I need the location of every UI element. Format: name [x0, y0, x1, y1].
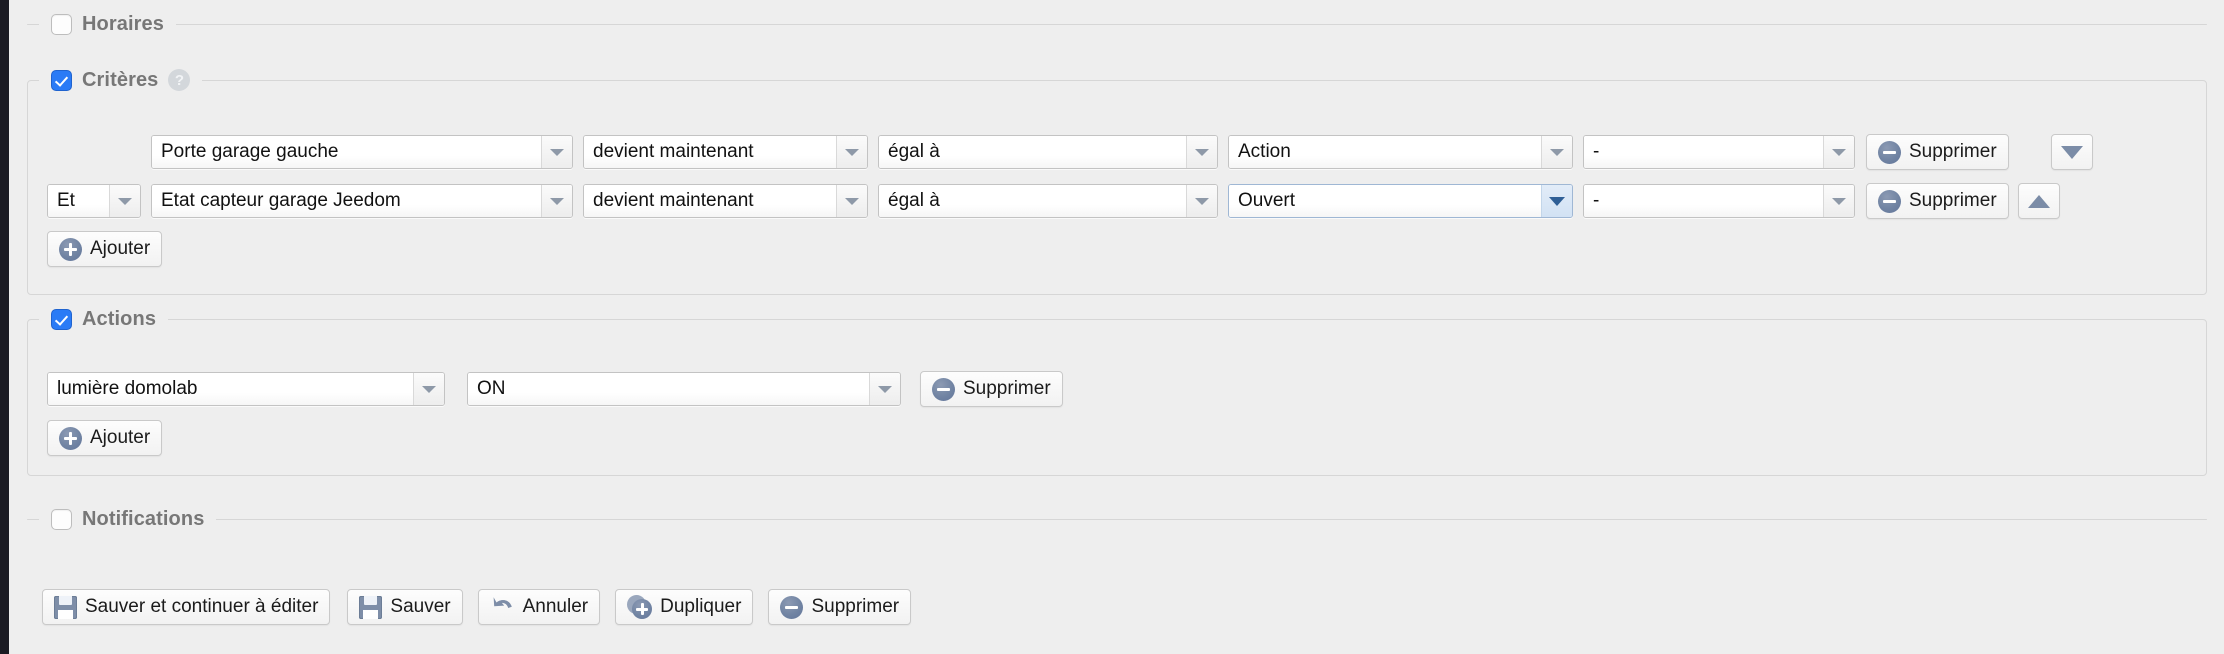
criteria-device-value: Porte garage gauche: [152, 136, 541, 168]
action-delete-label: Supprimer: [963, 378, 1051, 399]
criteria-delete-button[interactable]: Supprimer: [1866, 183, 2009, 219]
section-horaires: [27, 24, 2207, 25]
cancel-button[interactable]: Annuler: [477, 589, 601, 625]
section-horaires-legend: Horaires: [39, 11, 176, 37]
save-and-continue-label: Sauver et continuer à éditer: [85, 596, 319, 617]
chevron-down-icon[interactable]: [1186, 136, 1217, 168]
criteria-logic-select[interactable]: Et: [47, 184, 141, 218]
chevron-down-icon[interactable]: [109, 185, 140, 217]
delete-button[interactable]: Supprimer: [768, 589, 912, 625]
criteria-operator-value: égal à: [879, 185, 1186, 217]
save-button[interactable]: Sauver: [347, 589, 463, 625]
criteria-device-select[interactable]: Etat capteur garage Jeedom: [151, 184, 573, 218]
criteria-event-value: devient maintenant: [584, 136, 836, 168]
delete-label: Supprimer: [811, 596, 900, 617]
floppy-save-icon: [54, 595, 77, 619]
cancel-label: Annuler: [522, 596, 589, 617]
criteria-add-label: Ajouter: [90, 238, 151, 259]
criteria-value-value: Ouvert: [1229, 185, 1541, 217]
criteria-delete-label: Supprimer: [1909, 190, 1997, 211]
chevron-down-icon[interactable]: [836, 185, 867, 217]
criteria-extra-value: -: [1584, 136, 1823, 168]
action-delete-button[interactable]: Supprimer: [920, 371, 1063, 407]
duplicate-icon: [627, 595, 653, 619]
criteria-event-value: devient maintenant: [584, 185, 836, 217]
chevron-down-icon[interactable]: [836, 136, 867, 168]
chevron-down-icon[interactable]: [1823, 136, 1854, 168]
chevron-down-icon[interactable]: [869, 373, 900, 405]
chevron-down-icon[interactable]: [1186, 185, 1217, 217]
plus-circle-icon: [59, 237, 82, 261]
save-and-continue-button[interactable]: Sauver et continuer à éditer: [42, 589, 331, 625]
duplicate-button[interactable]: Dupliquer: [615, 589, 754, 625]
minus-circle-icon: [932, 377, 955, 401]
action-command-value: ON: [468, 373, 869, 405]
triangle-up-icon: [2027, 194, 2050, 208]
section-actions-legend: Actions: [39, 306, 169, 332]
criteria-value-select[interactable]: Action: [1228, 135, 1573, 169]
criteria-operator-select[interactable]: égal à: [878, 184, 1218, 218]
editor-toolbar: Sauver et continuer à éditer Sauver Annu…: [42, 589, 912, 625]
chevron-down-icon[interactable]: [541, 136, 572, 168]
actions-checkbox[interactable]: [51, 308, 72, 330]
section-criteres-legend: Critères ?: [39, 67, 203, 93]
action-add-button[interactable]: Ajouter: [47, 420, 163, 456]
plus-circle-icon: [59, 426, 82, 450]
chevron-down-icon[interactable]: [1541, 185, 1572, 217]
help-circle-icon[interactable]: ?: [168, 69, 191, 91]
horaires-checkbox[interactable]: [51, 13, 72, 35]
criteria-extra-value: -: [1584, 185, 1823, 217]
scenario-editor-page: Horaires Critères ? Porte garage gauche …: [0, 0, 2224, 654]
criteria-move-down-button[interactable]: [2050, 134, 2093, 170]
horaires-label: Horaires: [82, 12, 164, 35]
action-command-select[interactable]: ON: [467, 372, 901, 406]
action-target-value: lumière domolab: [48, 373, 413, 405]
criteria-row: Et Etat capteur garage Jeedom devient ma…: [47, 183, 2060, 219]
criteria-value-select[interactable]: Ouvert: [1228, 184, 1573, 218]
notifications-checkbox[interactable]: [51, 508, 72, 530]
criteria-device-value: Etat capteur garage Jeedom: [152, 185, 541, 217]
chevron-down-icon[interactable]: [1541, 136, 1572, 168]
action-target-select[interactable]: lumière domolab: [47, 372, 445, 406]
criteria-event-select[interactable]: devient maintenant: [583, 184, 868, 218]
minus-circle-icon: [1878, 140, 1901, 164]
criteria-logic-value: Et: [48, 185, 109, 217]
criteria-extra-select[interactable]: -: [1583, 184, 1855, 218]
chevron-down-icon[interactable]: [1823, 185, 1854, 217]
criteria-device-select[interactable]: Porte garage gauche: [151, 135, 573, 169]
criteres-checkbox[interactable]: [51, 69, 72, 91]
criteria-operator-value: égal à: [879, 136, 1186, 168]
section-notifications: [27, 519, 2207, 520]
triangle-down-icon: [2060, 145, 2083, 159]
section-notifications-legend: Notifications: [39, 506, 217, 532]
app-left-rail: [0, 0, 9, 654]
minus-circle-icon: [1878, 189, 1901, 213]
chevron-down-icon[interactable]: [413, 373, 444, 405]
minus-circle-icon: [780, 595, 804, 619]
chevron-down-icon[interactable]: [541, 185, 572, 217]
notifications-label: Notifications: [82, 507, 205, 530]
save-label: Sauver: [390, 596, 451, 617]
editor-content: Horaires Critères ? Porte garage gauche …: [9, 0, 2224, 654]
criteria-event-select[interactable]: devient maintenant: [583, 135, 868, 169]
criteres-label: Critères: [82, 68, 159, 91]
criteria-delete-label: Supprimer: [1909, 141, 1997, 162]
undo-arrow-icon: [490, 596, 515, 619]
duplicate-label: Dupliquer: [660, 596, 742, 617]
criteria-move-up-button[interactable]: [2017, 183, 2060, 219]
criteria-delete-button[interactable]: Supprimer: [1866, 134, 2009, 170]
floppy-save-icon: [359, 595, 383, 619]
criteria-operator-select[interactable]: égal à: [878, 135, 1218, 169]
criteria-row: Porte garage gauche devient maintenant é…: [47, 134, 2093, 170]
criteria-extra-select[interactable]: -: [1583, 135, 1855, 169]
criteria-add-button[interactable]: Ajouter: [47, 231, 163, 267]
actions-label: Actions: [82, 307, 157, 330]
criteria-value-value: Action: [1229, 136, 1541, 168]
action-row: lumière domolab ON Supprimer: [47, 371, 1063, 407]
action-add-label: Ajouter: [90, 427, 151, 448]
